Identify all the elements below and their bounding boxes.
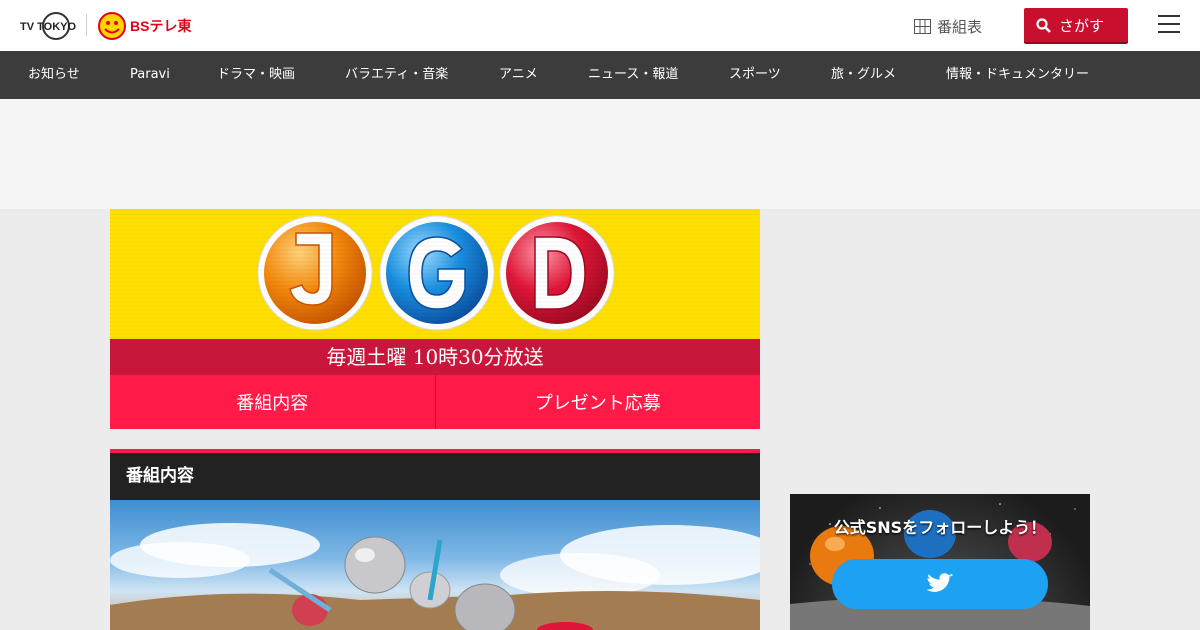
grid-icon xyxy=(914,19,931,34)
nav-item-drama[interactable]: ドラマ・映画 xyxy=(217,51,295,99)
twitter-bird-icon xyxy=(927,573,953,592)
nav-item-sports[interactable]: スポーツ xyxy=(729,51,781,99)
sns-follow-box: 公式SNSをフォローしよう！ xyxy=(790,494,1090,630)
svg-text:BSテレ東: BSテレ東 xyxy=(130,18,191,34)
program-hero-logo xyxy=(110,209,760,339)
program-key-visual xyxy=(110,500,760,630)
section-title: 番組内容 xyxy=(110,449,760,500)
category-nav: お知らせ Paravi ドラマ・映画 バラエティ・音楽 アニメ ニュース・報道 … xyxy=(0,51,1200,99)
search-icon xyxy=(1036,17,1051,33)
site-header: TV TOKYO BSテレ東 番組表 さがす xyxy=(0,0,1200,51)
search-button[interactable]: さがす xyxy=(1024,8,1128,42)
nav-item-anime[interactable]: アニメ xyxy=(499,51,538,99)
nav-item-documentary[interactable]: 情報・ドキュメンタリー xyxy=(946,51,1089,99)
ad-banner-area xyxy=(0,99,1200,209)
program-guide-label: 番組表 xyxy=(937,18,983,36)
svg-text:TV TOKYO: TV TOKYO xyxy=(20,21,76,33)
tv-tokyo-logo[interactable]: TV TOKYO xyxy=(20,11,78,41)
logo-divider xyxy=(86,14,87,36)
nav-item-variety[interactable]: バラエティ・音楽 xyxy=(345,51,448,99)
twitter-follow-button[interactable] xyxy=(832,559,1048,609)
search-button-label: さがす xyxy=(1059,16,1105,35)
hamburger-menu-icon[interactable] xyxy=(1158,15,1180,35)
nav-item-news-report[interactable]: ニュース・報道 xyxy=(588,51,678,99)
nav-item-paravi[interactable]: Paravi xyxy=(130,51,170,99)
bs-tvtokyo-logo[interactable]: BSテレ東 xyxy=(96,8,196,42)
tab-program-content[interactable]: 番組内容 xyxy=(110,375,435,429)
program-guide-link[interactable]: 番組表 xyxy=(914,16,982,37)
sns-title: 公式SNSをフォローしよう！ xyxy=(833,518,1047,537)
tab-present-application[interactable]: プレゼント応募 xyxy=(434,375,760,429)
program-tabs: 番組内容 プレゼント応募 xyxy=(110,375,760,429)
nav-item-travel[interactable]: 旅・グルメ xyxy=(831,51,896,99)
broadcast-time: 毎週土曜 10時30分放送 xyxy=(110,339,760,375)
nav-item-news[interactable]: お知らせ xyxy=(28,51,80,99)
